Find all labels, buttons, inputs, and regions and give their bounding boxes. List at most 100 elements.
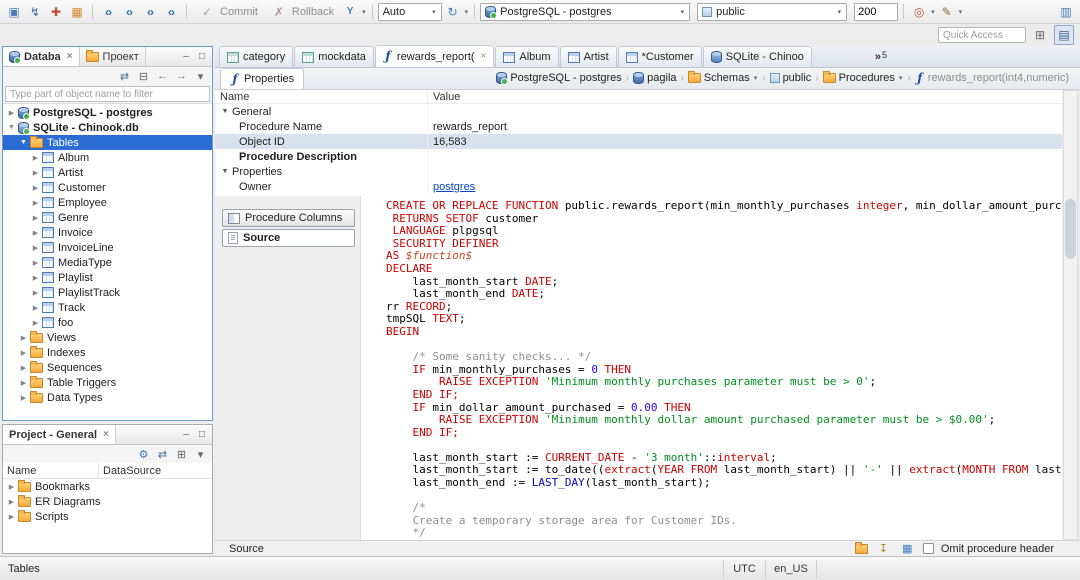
recent-sql-editor-icon[interactable]: [161, 2, 181, 22]
chevron-down-icon[interactable]: ▾: [931, 8, 935, 16]
omit-procedure-header-checkbox[interactable]: [922, 543, 934, 554]
collapse-all-icon[interactable]: [135, 68, 152, 84]
navigate-object-icon[interactable]: [909, 2, 929, 22]
tab-project-general[interactable]: Project - General: [3, 425, 116, 444]
project-item-bookmarks[interactable]: ▶ Bookmarks: [3, 479, 212, 494]
expand-twistie-icon[interactable]: ▶: [6, 483, 17, 491]
column-header-name[interactable]: Name: [3, 463, 99, 478]
tree-item-invoice[interactable]: ▶ Invoice: [3, 225, 212, 240]
forward-icon[interactable]: [173, 68, 190, 84]
maximize-view-icon[interactable]: [195, 428, 209, 442]
property-row-owner[interactable]: Owner postgres: [215, 179, 1062, 194]
editor-tab-customer[interactable]: *Customer: [617, 46, 702, 67]
page-button-procedure-columns[interactable]: Procedure Columns: [222, 209, 355, 227]
page-button-source[interactable]: Source: [222, 229, 355, 247]
tree-item-playlist[interactable]: ▶ Playlist: [3, 270, 212, 285]
tab-projects[interactable]: Проект: [80, 47, 146, 66]
breadcrumb-item-public[interactable]: public: [767, 72, 815, 84]
collapse-twistie-icon[interactable]: ▼: [6, 124, 17, 131]
rollback-button[interactable]: Rollback: [264, 2, 339, 22]
property-row-properties[interactable]: ▼ Properties: [215, 164, 1062, 179]
editor-tab-mockdata[interactable]: mockdata: [294, 46, 374, 67]
expand-twistie-icon[interactable]: ▶: [18, 364, 29, 372]
vertical-scrollbar[interactable]: [1063, 90, 1078, 540]
property-row-procedure-description[interactable]: Procedure Description: [215, 149, 1062, 164]
expand-twistie-icon[interactable]: ▶: [18, 394, 29, 402]
editor-tab-category[interactable]: category: [219, 46, 294, 67]
tree-item-sqlite-chinook-db[interactable]: ▼ SQLite - Chinook.db: [3, 120, 212, 135]
breadcrumb-item-procedures[interactable]: Procedures ▾: [820, 71, 907, 84]
minimize-view-icon[interactable]: [179, 428, 193, 442]
commit-button[interactable]: Commit: [192, 2, 263, 22]
tree-item-album[interactable]: ▶ Album: [3, 150, 212, 165]
source-editor[interactable]: CREATE OR REPLACE FUNCTION public.reward…: [360, 196, 1062, 540]
toggle-panel-icon[interactable]: [899, 541, 916, 557]
active-connection-select[interactable]: PostgreSQL - postgres ▾: [480, 2, 691, 21]
expand-icon[interactable]: [173, 446, 190, 462]
expand-twistie-icon[interactable]: ▶: [30, 214, 41, 222]
expand-twistie-icon[interactable]: ▶: [30, 289, 41, 297]
editor-tab-album[interactable]: Album: [495, 46, 559, 67]
tree-item-postgresql-postgres[interactable]: ▶ PostgreSQL - postgres: [3, 105, 212, 120]
settings-icon[interactable]: [135, 446, 152, 462]
tab-overflow-indicator[interactable]: 5: [875, 50, 887, 63]
tree-item-artist[interactable]: ▶ Artist: [3, 165, 212, 180]
tree-item-sequences[interactable]: ▶ Sequences: [3, 360, 212, 375]
chevron-down-icon[interactable]: ▾: [959, 8, 963, 16]
tree-item-employee[interactable]: ▶ Employee: [3, 195, 212, 210]
property-row-general[interactable]: ▼ General: [215, 104, 1062, 119]
property-row-object-id[interactable]: Object ID 16,583: [215, 134, 1062, 149]
open-sql-script-icon[interactable]: [140, 2, 160, 22]
expand-twistie-icon[interactable]: ▶: [30, 229, 41, 237]
project-item-scripts[interactable]: ▶ Scripts: [3, 509, 212, 524]
expand-twistie-icon[interactable]: ▶: [30, 304, 41, 312]
tree-item-mediatype[interactable]: ▶ MediaType: [3, 255, 212, 270]
expand-twistie-icon[interactable]: ▶: [30, 199, 41, 207]
back-icon[interactable]: [154, 68, 171, 84]
tree-item-indexes[interactable]: ▶ Indexes: [3, 345, 212, 360]
expand-twistie-icon[interactable]: ▶: [30, 154, 41, 162]
sql-editor-icon[interactable]: [98, 2, 118, 22]
expand-twistie-icon[interactable]: ▶: [6, 498, 17, 506]
tree-item-data-types[interactable]: ▶ Data Types: [3, 390, 212, 405]
tree-item-invoiceline[interactable]: ▶ InvoiceLine: [3, 240, 212, 255]
bottom-tab-source[interactable]: Source: [229, 543, 264, 555]
expand-twistie-icon[interactable]: ▶: [18, 349, 29, 357]
view-menu-icon[interactable]: [192, 446, 209, 462]
link-with-editor-icon[interactable]: [154, 446, 171, 462]
breadcrumb-item-schemas[interactable]: Schemas ▾: [685, 71, 761, 84]
maximize-view-icon[interactable]: [195, 50, 209, 64]
tree-item-playlisttrack[interactable]: ▶ PlaylistTrack: [3, 285, 212, 300]
close-tab-icon[interactable]: [67, 51, 73, 62]
new-window-icon[interactable]: [4, 2, 24, 22]
expand-twistie-icon[interactable]: ▶: [30, 169, 41, 177]
tree-item-tables[interactable]: ▼ Tables: [3, 135, 212, 150]
project-item-er-diagrams[interactable]: ▶ ER Diagrams: [3, 494, 212, 509]
transaction-mode-select[interactable]: Auto ▾: [377, 2, 442, 21]
toggle-view-icon[interactable]: [1056, 2, 1076, 22]
driver-manager-icon[interactable]: [67, 2, 87, 22]
expand-twistie-icon[interactable]: ▶: [30, 274, 41, 282]
expand-twistie-icon[interactable]: ▶: [30, 319, 41, 327]
close-tab-icon[interactable]: [481, 51, 487, 62]
minimize-view-icon[interactable]: [179, 50, 193, 64]
expand-twistie-icon[interactable]: ▶: [30, 259, 41, 267]
breadcrumb-item-pagila[interactable]: pagila: [630, 72, 679, 84]
tab-database-navigator[interactable]: Databa: [3, 47, 80, 66]
breadcrumb-item-rewards-report-int4-numeric[interactable]: rewards_report(int4,numeric): [912, 72, 1072, 85]
tree-item-genre[interactable]: ▶ Genre: [3, 210, 212, 225]
tab-properties[interactable]: Properties: [220, 68, 305, 89]
edit-object-icon[interactable]: [937, 2, 957, 22]
object-filter-input[interactable]: [5, 86, 210, 102]
save-to-file-icon[interactable]: [875, 541, 892, 557]
property-row-procedure-name[interactable]: Procedure Name rewards_report: [215, 119, 1062, 134]
column-header-name[interactable]: Name: [215, 91, 427, 103]
chevron-down-icon[interactable]: ▾: [362, 8, 366, 16]
active-schema-select[interactable]: public ▾: [697, 2, 848, 21]
collapse-twistie-icon[interactable]: ▼: [18, 139, 29, 146]
owner-link[interactable]: postgres: [433, 181, 475, 193]
fetch-size-input[interactable]: [854, 2, 899, 21]
quick-access-input[interactable]: [938, 27, 1026, 43]
column-header-value[interactable]: Value: [427, 90, 1062, 103]
view-menu-icon[interactable]: [192, 68, 209, 84]
